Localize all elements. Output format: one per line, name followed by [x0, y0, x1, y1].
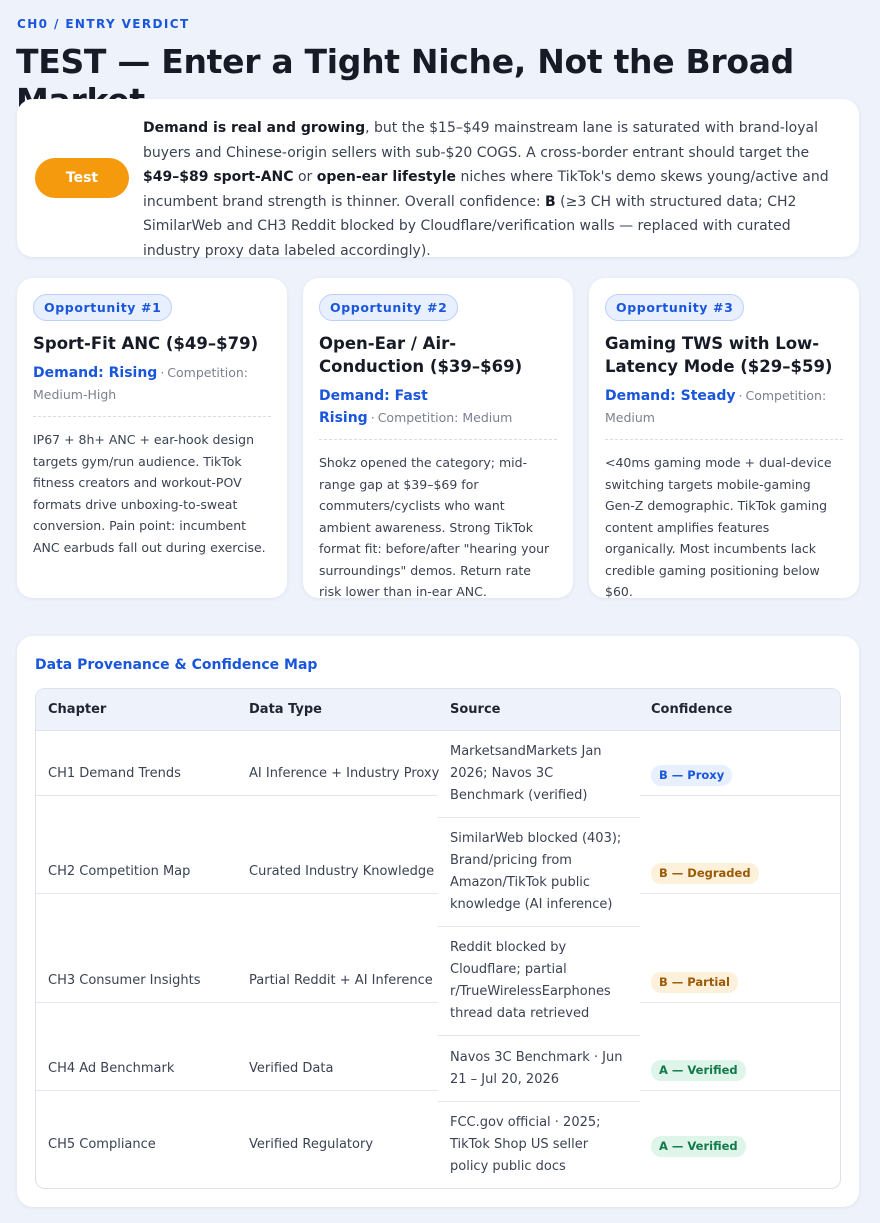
separator-dot: · — [370, 410, 375, 425]
row-divider — [36, 893, 438, 894]
opportunity-description: IP67 + 8h+ ANC + ear-hook design targets… — [33, 432, 266, 555]
verdict-highlight-demand: Demand is real and growing — [143, 120, 366, 136]
verdict-text: Demand is real and growing, but the $15–… — [143, 116, 843, 263]
table-header: Chapter Data Type Source Confidence — [36, 689, 840, 731]
separator-dot: · — [160, 365, 165, 380]
table-cell-chapter: CH2 Competition Map — [48, 864, 191, 879]
opportunity-card-1: Opportunity #1 Sport-Fit ANC ($49–$79) D… — [17, 278, 287, 598]
row-divider — [36, 1002, 438, 1003]
provenance-table: Chapter Data Type Source Confidence CH1 … — [35, 688, 841, 1189]
row-divider — [438, 1101, 640, 1102]
demand-label: Demand: Rising — [33, 365, 158, 381]
table-cell-type: Curated Industry Knowledge — [249, 864, 435, 879]
table-cell-source: SimilarWeb blocked (403); Brand/pricing … — [450, 831, 622, 912]
opportunity-card-2: Opportunity #2 Open-Ear / Air-Conduction… — [303, 278, 573, 599]
confidence-badge: A — Verified — [651, 1136, 746, 1157]
opportunity-title: Sport-Fit ANC ($49–$79) — [33, 334, 259, 353]
opportunity-card-3: Opportunity #3 Gaming TWS with Low-Laten… — [589, 278, 859, 599]
confidence-badge: B — Proxy — [651, 765, 733, 786]
demand-label: Demand: Steady — [605, 388, 736, 404]
column-header-confidence: Confidence — [651, 702, 733, 717]
table-cell-source: Navos 3C Benchmark · Jun 21 – Jul 20, 20… — [450, 1050, 623, 1087]
column-header-data-type: Data Type — [249, 702, 322, 717]
opportunity-title: Open-Ear / Air-Conduction ($39–$69) — [319, 334, 523, 376]
opportunity-meta: Demand: Rising · Competition: Medium-High — [33, 362, 271, 417]
table-cell-type: Verified Data — [249, 1061, 334, 1076]
verdict-highlight-sport-anc: $49–$89 sport-ANC — [143, 169, 294, 185]
column-header-chapter: Chapter — [48, 702, 107, 717]
row-divider — [640, 1002, 840, 1003]
column-header-source: Source — [450, 702, 501, 717]
table-cell-type: Verified Regulatory — [249, 1137, 374, 1152]
row-divider — [438, 926, 640, 927]
opportunity-description: Shokz opened the category; mid-range gap… — [319, 455, 550, 599]
separator-dot: · — [738, 388, 743, 403]
competition-label: Competition: Medium — [377, 410, 513, 425]
confidence-badge: B — Partial — [651, 972, 738, 993]
row-divider — [438, 817, 640, 818]
table-cell-source: FCC.gov official · 2025; TikTok Shop US … — [450, 1115, 601, 1174]
table-cell-chapter: CH3 Consumer Insights — [48, 973, 201, 988]
confidence-badge: B — Degraded — [651, 863, 759, 884]
verdict-highlight-open-ear: open-ear lifestyle — [316, 169, 457, 185]
table-cell-chapter: CH5 Compliance — [48, 1137, 156, 1152]
chapter-eyebrow: CH0 / ENTRY VERDICT — [17, 17, 190, 31]
table-cell-type: Partial Reddit + AI Inference — [249, 973, 433, 988]
verdict-card: Test Demand is real and growing, but the… — [17, 99, 859, 259]
row-divider — [640, 795, 840, 796]
provenance-title: Data Provenance & Confidence Map — [35, 657, 318, 673]
opportunity-tag: Opportunity #3 — [605, 294, 745, 321]
confidence-badge: A — Verified — [651, 1060, 746, 1081]
opportunity-meta: Demand: Steady · Competition: Medium — [605, 385, 843, 440]
verdict-segment: or — [293, 169, 317, 185]
row-divider — [640, 893, 840, 894]
verdict-pill: Test — [35, 158, 129, 198]
provenance-card: Data Provenance & Confidence Map Chapter… — [17, 636, 859, 1207]
table-cell-type: AI Inference + Industry Proxy — [249, 766, 440, 781]
opportunity-title: Gaming TWS with Low-Latency Mode ($29–$5… — [605, 334, 833, 376]
table-cell-source: Reddit blocked by Cloudflare; partial r/… — [450, 940, 611, 1021]
row-divider — [438, 1035, 640, 1036]
row-divider — [640, 1090, 840, 1091]
opportunity-description: <40ms gaming mode + dual-device switchin… — [605, 455, 832, 599]
row-divider — [36, 1090, 438, 1091]
opportunity-tag: Opportunity #1 — [33, 294, 173, 321]
verdict-highlight-confidence: B — [545, 193, 556, 210]
table-cell-chapter: CH1 Demand Trends — [48, 766, 181, 781]
row-divider — [36, 795, 438, 796]
opportunity-tag: Opportunity #2 — [319, 294, 459, 321]
table-cell-source: MarketsandMarkets Jan 2026; Navos 3C Ben… — [450, 744, 602, 803]
opportunity-meta: Demand: Fast Rising · Competition: Medium — [319, 385, 557, 440]
table-cell-chapter: CH4 Ad Benchmark — [48, 1061, 175, 1076]
